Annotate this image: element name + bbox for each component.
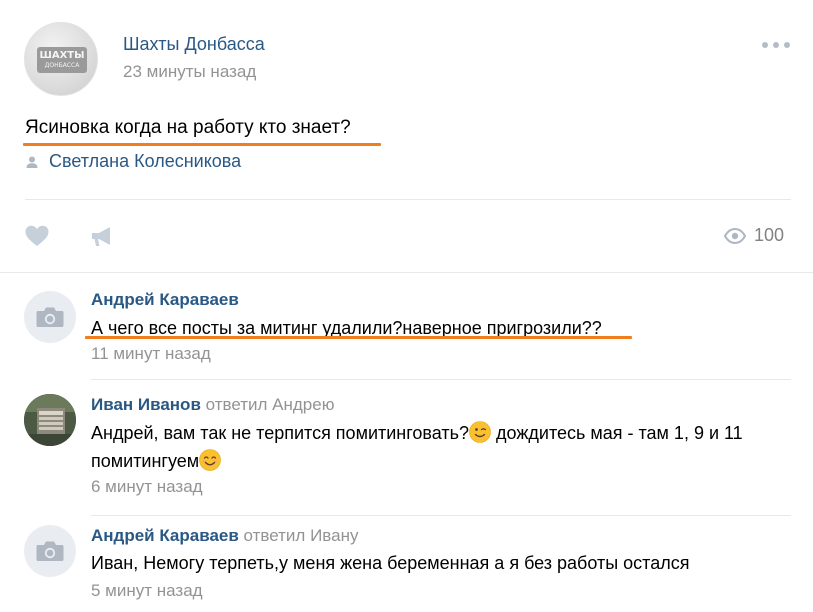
group-avatar[interactable]: ШАХТЫ ДОНБАССА [24,22,98,96]
group-name-link[interactable]: Шахты Донбасса [123,34,265,55]
megaphone-icon[interactable] [90,224,114,248]
comment-avatar[interactable] [24,291,76,343]
divider [91,379,791,380]
comment-author[interactable]: Андрей Караваев [91,290,239,310]
heart-icon[interactable] [24,224,50,248]
user-icon [26,156,38,168]
eye-icon [724,227,746,244]
post-time[interactable]: 23 минуты назад [123,62,256,82]
comment-avatar[interactable] [24,525,76,577]
views-count: 100 [754,225,785,245]
user-photo [24,394,76,446]
divider [0,272,813,273]
reply-to-label[interactable]: ответил Ивану [244,526,359,545]
user-photo-avatar[interactable] [24,394,76,446]
wink-emoji [469,421,491,443]
svg-text:ДОНБАССА: ДОНБАССА [45,62,81,69]
comment-time[interactable]: 11 минут назад [91,344,211,364]
comment-time[interactable]: 6 минут назад [91,477,203,497]
comment-author-name[interactable]: Иван Иванов [91,395,201,414]
highlight-underline [23,143,381,146]
group-logo-text: ШАХТЫ [40,50,85,60]
camera-icon [36,307,64,327]
comment-author-name[interactable]: Андрей Караваев [91,526,239,545]
camera-icon [36,541,64,561]
comment-author-name[interactable]: Андрей Караваев [91,290,239,309]
comment-time[interactable]: 5 минут назад [91,581,203,601]
views-counter: 100 [724,225,784,246]
svg-text:ШАХТЫ: ШАХТЫ [40,50,85,60]
post-signer[interactable]: Светлана Колесникова [25,151,241,172]
signer-name[interactable]: Светлана Колесникова [49,151,241,172]
comment-author[interactable]: Андрей Караваев ответил Ивану [91,526,358,546]
comment-text: Иван, Немогу терпеть,у меня жена беремен… [91,553,690,573]
smile-emoji [199,449,221,471]
comment-author[interactable]: Иван Иванов ответил Андрею [91,395,334,415]
group-logo-subtext: ДОНБАССА [45,62,81,69]
divider [91,515,791,516]
more-dots-icon[interactable] [762,42,792,50]
divider [25,199,791,200]
post-text: Ясиновка когда на работу кто знает? [25,117,351,138]
comment-text-part: Андрей, вам так не терпится помитинговат… [91,423,470,443]
highlight-underline [85,336,632,339]
comment-text: Андрей, вам так не терпится помитинговат… [91,419,791,475]
reply-to-label[interactable]: ответил Андрею [206,395,335,414]
